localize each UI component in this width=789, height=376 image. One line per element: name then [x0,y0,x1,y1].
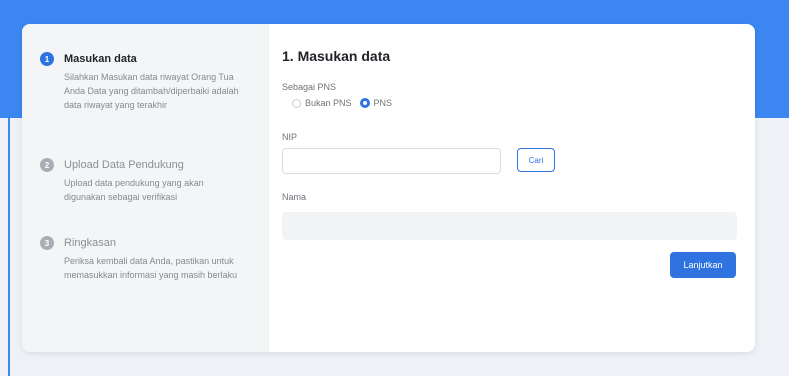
step-2[interactable]: 2 Upload Data Pendukung Upload data pend… [40,156,260,204]
steps-sidebar: 1 Masukan data Silahkan Masukan data riw… [22,24,269,352]
step-1-description: Silahkan Masukan data riwayat Orang Tua … [64,72,239,110]
radio-pns[interactable] [359,98,370,108]
nip-input[interactable] [282,148,501,174]
nama-label: Nama [282,192,307,202]
step-3-description: Periksa kembali data Anda, pastikan untu… [64,256,238,280]
form-card: 1 Masukan data Silahkan Masukan data riw… [22,24,755,352]
radio-bukan-pns[interactable] [292,98,301,108]
radio-pns-label[interactable]: PNS [374,98,393,108]
page-title: 1. Masukan data [282,48,391,64]
step-2-description: Upload data pendukung yang akan digunaka… [64,178,204,202]
step-2-header: 2 Upload Data Pendukung [40,156,260,174]
pns-radio-group: Bukan PNS PNS [292,98,400,108]
step-1-header: 1 Masukan data [40,50,260,68]
form-main: 1. Masukan data Sebagai PNS Bukan PNS PN… [282,24,755,352]
step-1-number-icon: 1 [40,52,54,66]
left-accent-line [8,118,10,376]
nama-field [282,212,737,240]
nip-label: NIP [282,132,298,142]
step-2-title: Upload Data Pendukung [64,159,184,171]
step-1[interactable]: 1 Masukan data Silahkan Masukan data riw… [40,50,260,112]
step-1-title: Masukan data [64,53,137,65]
step-2-number-icon: 2 [40,158,54,172]
step-3-title: Ringkasan [64,237,116,249]
cari-button[interactable]: Cari [517,148,555,172]
step-3-number-icon: 3 [40,236,54,250]
lanjutkan-button[interactable]: Lanjutkan [670,252,736,278]
step-3-header: 3 Ringkasan [40,234,260,252]
step-3[interactable]: 3 Ringkasan Periksa kembali data Anda, p… [40,234,260,282]
radio-bukan-pns-label[interactable]: Bukan PNS [305,98,352,108]
pns-label: Sebagai PNS [282,82,337,92]
